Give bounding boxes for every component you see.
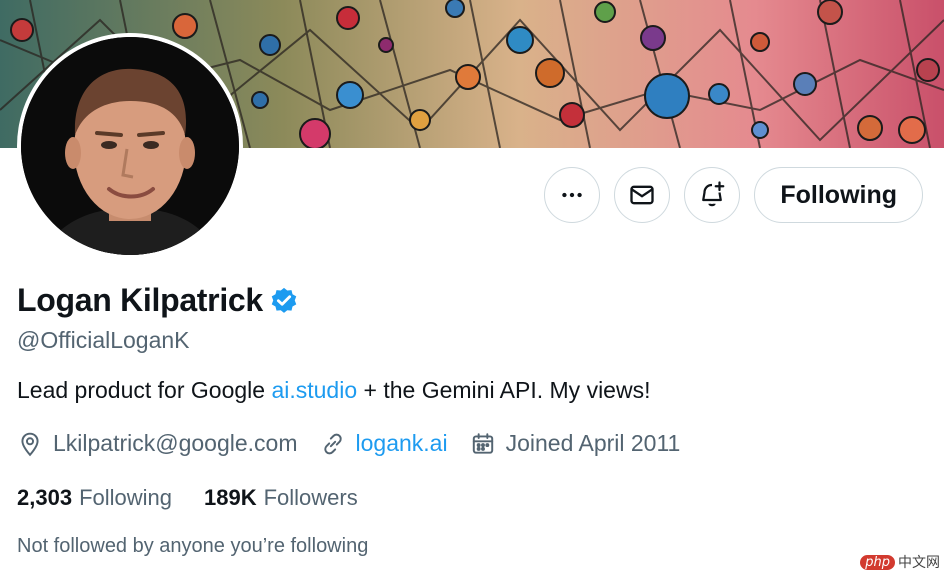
location-item: Lkilpatrick@google.com xyxy=(17,430,298,457)
profile-bio: Lead product for Google ai.studio + the … xyxy=(17,377,650,404)
location-pin-icon xyxy=(21,432,39,456)
location-text: Lkilpatrick@google.com xyxy=(53,430,298,456)
message-button[interactable] xyxy=(614,167,671,223)
verified-badge-icon[interactable] xyxy=(269,286,299,316)
website-link[interactable]: logank.ai xyxy=(356,430,448,457)
mail-icon xyxy=(630,185,655,205)
display-name: Logan Kilpatrick xyxy=(17,282,263,318)
bio-text-before: Lead product for Google xyxy=(17,377,272,403)
following-label: Following xyxy=(79,485,172,510)
followers-stat[interactable]: 189K Followers xyxy=(204,485,358,511)
following-button[interactable]: Following xyxy=(754,167,923,223)
bio-text-after: + the Gemini API. My views! xyxy=(357,377,651,403)
profile-meta: Lkilpatrick@google.com logank.ai Joined … xyxy=(17,430,702,457)
watermark-badge: php xyxy=(860,554,895,570)
profile-actions: Following xyxy=(544,167,923,223)
link-icon xyxy=(323,433,342,454)
joined-item: Joined April 2011 xyxy=(470,430,681,457)
calendar-icon xyxy=(472,432,493,454)
watermark-text: 中文网 xyxy=(898,555,940,571)
followers-count: 189K xyxy=(204,485,257,510)
followed-by-note: Not followed by anyone you’re following xyxy=(17,535,369,557)
website-item: logank.ai xyxy=(320,430,448,457)
more-icon xyxy=(562,192,583,198)
following-count: 2,303 xyxy=(17,485,73,510)
profile-name-row: Logan Kilpatrick xyxy=(17,282,299,319)
bell-plus-icon xyxy=(702,181,725,207)
following-stat[interactable]: 2,303 Following xyxy=(17,485,172,511)
profile-avatar[interactable] xyxy=(17,33,243,259)
followers-label: Followers xyxy=(263,485,358,510)
profile-stats: 2,303 Following 189K Followers xyxy=(17,485,390,511)
joined-text: Joined April 2011 xyxy=(505,430,681,456)
notifications-button[interactable] xyxy=(684,167,741,223)
site-watermark: php 中文网 xyxy=(860,552,940,572)
user-handle: @OfficialLoganK xyxy=(17,327,190,353)
more-button[interactable] xyxy=(544,167,601,223)
bio-link[interactable]: ai.studio xyxy=(271,377,357,403)
